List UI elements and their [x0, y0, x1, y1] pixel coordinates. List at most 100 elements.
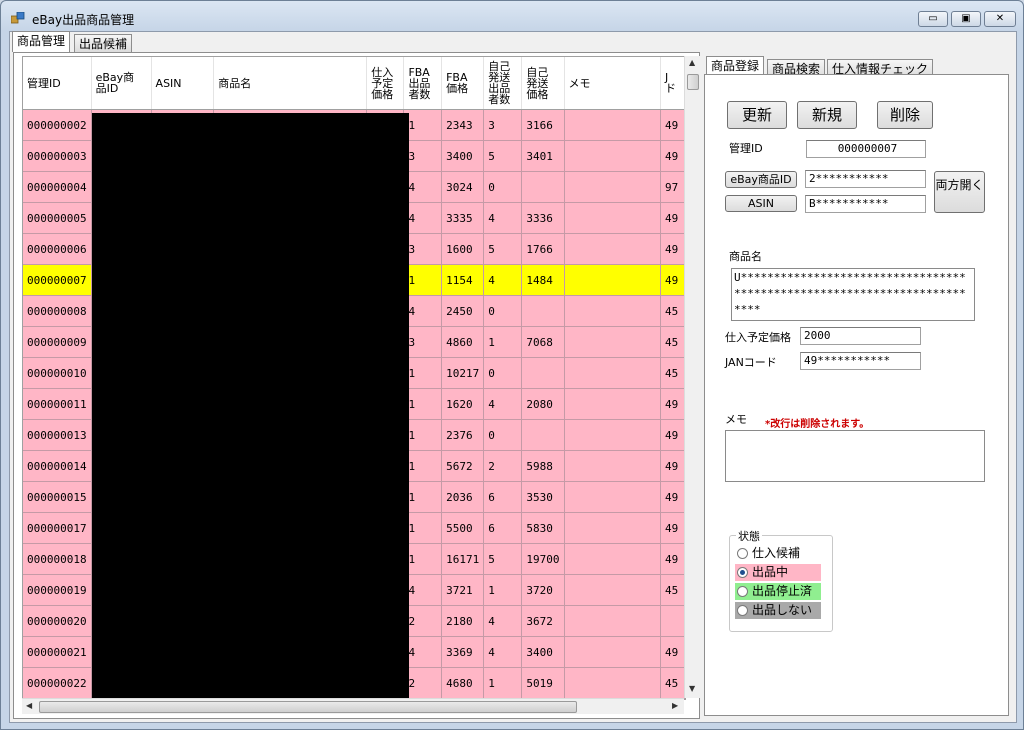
ebay-item-id-field[interactable]: 2*********** — [805, 170, 926, 188]
table-cell[interactable]: 4680 — [441, 667, 485, 699]
table-cell[interactable]: 4 — [403, 636, 443, 668]
table-cell[interactable]: 3721 — [441, 574, 485, 606]
column-header[interactable]: eBay商 品ID — [91, 57, 152, 110]
table-cell[interactable]: 1 — [403, 419, 443, 451]
table-cell[interactable]: 3 — [403, 326, 443, 358]
column-header[interactable]: 管理ID — [23, 57, 92, 110]
vertical-scrollbar[interactable]: ▲ ▼ — [684, 56, 700, 698]
table-cell[interactable] — [564, 543, 662, 575]
table-cell[interactable] — [564, 667, 662, 699]
table-cell[interactable]: 1 — [403, 264, 443, 296]
table-cell[interactable]: 49 — [660, 109, 685, 141]
product-grid[interactable]: 管理ID eBay商 品ID ASIN 商品名 仕入 予定 価格 FBA 出品 者数 FBA… — [22, 56, 686, 700]
table-cell[interactable]: 6 — [483, 481, 523, 513]
status-radio-1[interactable]: 出品中 — [735, 564, 821, 581]
cell-management-id[interactable]: 000000004 — [23, 171, 92, 203]
table-cell[interactable] — [564, 109, 662, 141]
product-name-field[interactable]: U***************************************… — [731, 268, 975, 321]
table-cell[interactable] — [564, 233, 662, 265]
column-header[interactable]: 仕入 予定 価格 — [366, 57, 405, 110]
table-cell[interactable] — [564, 512, 662, 544]
horizontal-scrollbar[interactable]: ◀ ▶ — [22, 698, 684, 714]
table-cell[interactable]: 2343 — [441, 109, 485, 141]
table-cell[interactable] — [564, 264, 662, 296]
table-cell[interactable]: 49 — [660, 543, 685, 575]
table-cell[interactable] — [521, 419, 565, 451]
column-header[interactable]: FBA 出品 者数 — [403, 57, 443, 110]
table-cell[interactable]: 1 — [403, 357, 443, 389]
cell-management-id[interactable]: 000000019 — [23, 574, 92, 606]
scroll-right-icon[interactable]: ▶ — [672, 701, 678, 710]
table-cell[interactable]: 16171 — [441, 543, 485, 575]
table-cell[interactable]: 49 — [660, 419, 685, 451]
table-cell[interactable]: 5672 — [441, 450, 485, 482]
minimize-button[interactable]: ▭ — [918, 11, 948, 27]
table-cell[interactable] — [564, 171, 662, 203]
table-cell[interactable]: 45 — [660, 326, 685, 358]
table-cell[interactable]: 2450 — [441, 295, 485, 327]
cell-management-id[interactable]: 000000013 — [23, 419, 92, 451]
radio-unchecked-icon[interactable] — [737, 548, 748, 559]
table-cell[interactable]: 49 — [660, 450, 685, 482]
column-header[interactable]: ASIN — [151, 57, 215, 110]
table-cell[interactable] — [564, 140, 662, 172]
table-cell[interactable]: 2 — [403, 667, 443, 699]
column-header[interactable]: メモ — [564, 57, 662, 110]
table-cell[interactable]: 49 — [660, 388, 685, 420]
table-cell[interactable]: 3672 — [521, 605, 565, 637]
column-header[interactable]: J ド — [660, 57, 685, 110]
table-cell[interactable] — [564, 388, 662, 420]
cell-management-id[interactable]: 000000014 — [23, 450, 92, 482]
table-cell[interactable]: 19700 — [521, 543, 565, 575]
table-cell[interactable]: 4 — [403, 202, 443, 234]
table-cell[interactable]: 45 — [660, 667, 685, 699]
table-cell[interactable]: 45 — [660, 295, 685, 327]
open-both-button[interactable]: 両方開く — [934, 171, 985, 213]
table-cell[interactable]: 3400 — [521, 636, 565, 668]
table-cell[interactable]: 3720 — [521, 574, 565, 606]
cell-management-id[interactable]: 000000015 — [23, 481, 92, 513]
table-cell[interactable]: 4860 — [441, 326, 485, 358]
status-radio-0[interactable]: 仕入候補 — [735, 545, 821, 562]
table-cell[interactable]: 3 — [403, 233, 443, 265]
table-cell[interactable]: 0 — [483, 419, 523, 451]
table-cell[interactable]: 1600 — [441, 233, 485, 265]
table-cell[interactable]: 3 — [403, 140, 443, 172]
table-cell[interactable]: 3401 — [521, 140, 565, 172]
table-cell[interactable]: 1 — [403, 109, 443, 141]
table-cell[interactable]: 2180 — [441, 605, 485, 637]
column-header[interactable]: FBA 価格 — [441, 57, 485, 110]
table-cell[interactable]: 1484 — [521, 264, 565, 296]
table-cell[interactable]: 49 — [660, 512, 685, 544]
table-cell[interactable]: 3369 — [441, 636, 485, 668]
table-cell[interactable] — [564, 326, 662, 358]
table-cell[interactable]: 1 — [483, 574, 523, 606]
table-cell[interactable]: 3336 — [521, 202, 565, 234]
radio-unchecked-icon[interactable] — [737, 586, 748, 597]
cell-management-id[interactable]: 000000022 — [23, 667, 92, 699]
table-cell[interactable]: 1766 — [521, 233, 565, 265]
table-cell[interactable]: 49 — [660, 202, 685, 234]
radio-checked-icon[interactable] — [737, 567, 748, 578]
cell-management-id[interactable]: 000000017 — [23, 512, 92, 544]
table-cell[interactable]: 5 — [483, 543, 523, 575]
scroll-left-icon[interactable]: ◀ — [26, 701, 32, 710]
table-cell[interactable]: 5 — [483, 140, 523, 172]
table-cell[interactable] — [564, 605, 662, 637]
table-cell[interactable] — [564, 481, 662, 513]
table-cell[interactable]: 1 — [403, 481, 443, 513]
table-cell[interactable]: 1 — [403, 512, 443, 544]
table-cell[interactable]: 4 — [483, 388, 523, 420]
table-cell[interactable] — [564, 357, 662, 389]
jan-code-field[interactable]: 49*********** — [800, 352, 921, 370]
table-cell[interactable]: 0 — [483, 295, 523, 327]
cell-management-id[interactable]: 000000021 — [23, 636, 92, 668]
table-cell[interactable]: 3024 — [441, 171, 485, 203]
table-cell[interactable]: 2 — [483, 450, 523, 482]
status-radio-3[interactable]: 出品しない — [735, 602, 821, 619]
table-cell[interactable]: 1 — [483, 326, 523, 358]
table-cell[interactable]: 10217 — [441, 357, 485, 389]
table-cell[interactable]: 2 — [403, 605, 443, 637]
tab-listing-candidates[interactable]: 出品候補 — [74, 34, 133, 52]
table-cell[interactable] — [564, 202, 662, 234]
